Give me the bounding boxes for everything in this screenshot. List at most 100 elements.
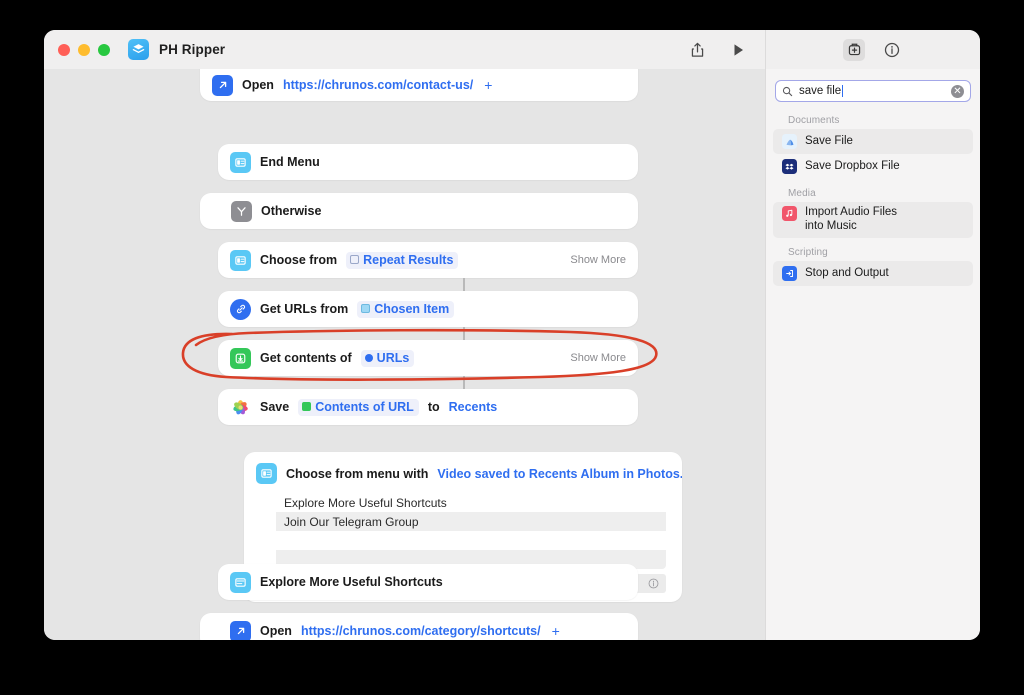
files-icon <box>782 134 797 149</box>
search-text-value: save file <box>799 85 945 97</box>
titlebar-left: PH Ripper <box>44 30 766 69</box>
action-row-get-contents-of[interactable]: Get contents of URLs Show More <box>218 340 638 376</box>
action-row-end-menu[interactable]: End Menu <box>218 144 638 180</box>
action-label: Choose from <box>260 253 338 267</box>
show-more-button[interactable]: Show More <box>570 352 626 364</box>
open-url-icon <box>230 620 251 640</box>
add-variable-icon[interactable]: + <box>552 623 560 639</box>
action-row-otherwise[interactable]: Otherwise <box>200 193 638 229</box>
action-label: Otherwise <box>261 204 322 218</box>
action-connector <box>463 327 465 340</box>
action-row-save-to-recents[interactable]: Save Contents of URL to Recents <box>218 389 638 425</box>
action-connector <box>463 376 465 389</box>
token-label: URLs <box>376 350 410 365</box>
action-label: Get contents of <box>260 351 352 365</box>
menu-card-header: Choose from menu with Video saved to Rec… <box>244 452 682 493</box>
action-label: End Menu <box>260 155 320 169</box>
action-label-to: to <box>427 400 440 414</box>
script-icon <box>782 266 797 281</box>
text-caret <box>842 85 844 97</box>
sidebar-item-label: Import Audio Files into Music <box>805 206 898 232</box>
action-row-open-contact[interactable]: Open https://chrunos.com/contact-us/ + <box>200 69 638 101</box>
variable-token-chosen-item[interactable]: Chosen Item <box>357 300 455 318</box>
sidebar-item-save-dropbox-file[interactable]: Save Dropbox File <box>773 154 973 179</box>
token-square-icon <box>350 255 360 264</box>
token-label: Contents of URL <box>315 399 414 414</box>
add-action-icon[interactable] <box>843 38 865 61</box>
traffic-lights <box>58 43 110 56</box>
token-square-icon <box>302 402 312 411</box>
menu-list-item-empty[interactable] <box>276 531 666 550</box>
menu-icon <box>256 463 277 484</box>
clear-search-icon[interactable]: ✕ <box>951 84 964 98</box>
search-icon <box>782 86 793 97</box>
sidebar-section-header: Media <box>788 188 816 199</box>
action-row-get-urls-from[interactable]: Get URLs from Chosen Item <box>218 291 638 327</box>
variable-token-urls[interactable]: URLs <box>360 349 415 367</box>
play-icon[interactable] <box>727 39 749 61</box>
dropbox-icon <box>782 159 797 174</box>
action-url[interactable]: https://chrunos.com/contact-us/ <box>283 78 473 92</box>
action-row-choose-from[interactable]: Choose from Repeat Results Show More <box>218 242 638 278</box>
variable-token-repeat-results[interactable]: Repeat Results <box>346 251 459 269</box>
titlebar-right-actions <box>766 30 980 69</box>
add-variable-icon[interactable]: + <box>484 77 492 93</box>
sidebar-item-label: Save File <box>805 134 853 147</box>
menu-icon <box>230 571 251 593</box>
open-url-icon <box>212 74 233 96</box>
search-input[interactable]: save file ✕ <box>775 80 971 102</box>
menu-items-list[interactable]: Explore More Useful Shortcuts Join Our T… <box>276 493 666 569</box>
branch-icon <box>231 200 252 222</box>
minimize-button[interactable] <box>78 43 90 56</box>
document-title: PH Ripper <box>159 42 226 57</box>
music-icon <box>782 206 797 221</box>
zoom-button[interactable] <box>98 43 110 56</box>
menu-list-item[interactable]: Explore More Useful Shortcuts <box>276 493 666 512</box>
variable-token-contents-of-url[interactable]: Contents of URL <box>298 398 419 416</box>
action-label: Open <box>260 624 292 638</box>
save-destination[interactable]: Recents <box>449 400 498 414</box>
workflow-canvas[interactable]: Open https://chrunos.com/contact-us/ + E… <box>44 69 766 640</box>
action-label: Explore More Useful Shortcuts <box>260 575 443 589</box>
close-button[interactable] <box>58 43 70 56</box>
download-icon <box>230 347 251 369</box>
menu-list-item[interactable]: Join Our Telegram Group <box>276 512 666 531</box>
action-connector <box>463 278 465 291</box>
sidebar-item-label: Stop and Output <box>805 266 889 279</box>
sidebar-item-label: Save Dropbox File <box>805 159 900 172</box>
action-label: Open <box>242 78 274 92</box>
token-label: Repeat Results <box>363 252 454 267</box>
sidebar-item-stop-and-output[interactable]: Stop and Output <box>773 261 973 286</box>
link-icon <box>230 298 251 320</box>
search-value: save file <box>799 85 842 97</box>
info-icon[interactable] <box>881 39 903 61</box>
window-titlebar: PH Ripper <box>44 30 980 69</box>
window-body: Open https://chrunos.com/contact-us/ + E… <box>44 69 980 640</box>
screenshot-root: PH Ripper Open https://chrunos.com/conta… <box>0 0 1024 695</box>
action-row-open-category[interactable]: Open https://chrunos.com/category/shortc… <box>200 613 638 640</box>
action-label: Save <box>260 400 290 414</box>
action-label: Choose from menu with <box>286 466 429 481</box>
shortcuts-app-icon <box>128 39 149 60</box>
token-dot-icon <box>364 353 373 362</box>
show-more-button[interactable]: Show More <box>570 254 626 266</box>
token-label: Chosen Item <box>374 301 450 316</box>
menu-icon <box>230 151 251 173</box>
info-icon[interactable] <box>648 578 659 589</box>
action-label: Get URLs from <box>260 302 349 316</box>
sidebar-item-import-audio-files[interactable]: Import Audio Files into Music <box>773 202 973 238</box>
action-library-sidebar: save file ✕ Documents Save File Save Dro… <box>766 69 980 640</box>
sidebar-section-header: Scripting <box>788 247 828 258</box>
shortcuts-window: PH Ripper Open https://chrunos.com/conta… <box>44 30 980 640</box>
action-url[interactable]: https://chrunos.com/category/shortcuts/ <box>301 624 541 638</box>
token-square-icon <box>361 304 371 313</box>
menu-icon <box>230 249 251 271</box>
sidebar-section-header: Documents <box>788 115 840 126</box>
titlebar-left-actions <box>686 39 765 61</box>
action-row-explore-more-shortcuts[interactable]: Explore More Useful Shortcuts <box>218 564 638 600</box>
menu-prompt[interactable]: Video saved to Recents Album in Photos. <box>437 467 682 481</box>
share-icon[interactable] <box>686 39 708 61</box>
sidebar-item-save-file[interactable]: Save File <box>773 129 973 154</box>
search-container: save file ✕ <box>766 69 980 106</box>
photos-icon <box>230 397 251 418</box>
